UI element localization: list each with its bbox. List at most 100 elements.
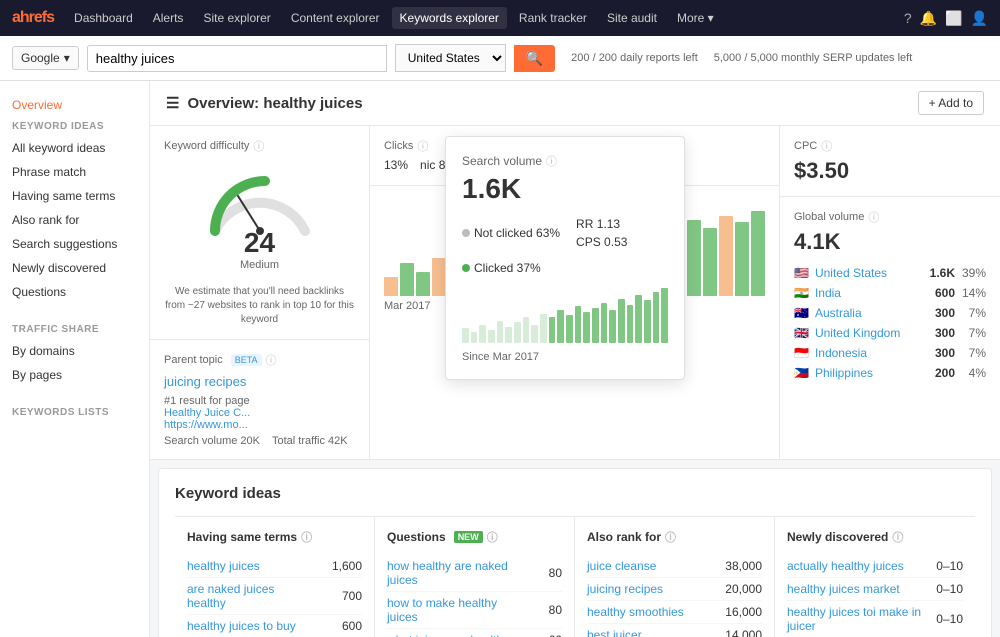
kw-link[interactable]: are naked juices healthy [187, 582, 312, 610]
also-rank-for-header: Also rank for ⓘ [587, 529, 762, 545]
overview-header: ☰ Overview: healthy juices + Add to [150, 81, 1000, 126]
parent-topic-info-icon[interactable]: ⓘ [266, 352, 277, 368]
country-name[interactable]: Philippines [815, 366, 914, 380]
country-pct: 7% [961, 346, 986, 360]
country-flag: 🇵🇭 [794, 366, 809, 380]
nav-dashboard[interactable]: Dashboard [66, 7, 141, 29]
parent-topic-result-name[interactable]: Healthy Juice C... [164, 407, 355, 419]
having-same-terms-header: Having same terms ⓘ [187, 529, 362, 545]
kw-vol: 38,000 [712, 559, 762, 573]
user-icon[interactable]: 👤 [971, 10, 988, 27]
nav-alerts[interactable]: Alerts [145, 7, 192, 29]
vol-chart-bar [432, 258, 446, 296]
sidebar-item-phrase-match[interactable]: Phrase match [0, 160, 149, 184]
having-same-terms-rows: healthy juices1,600are naked juices heal… [187, 555, 362, 637]
country-pct: 7% [961, 306, 986, 320]
kw-link[interactable]: how to make healthy juices [387, 596, 512, 624]
chart-bar [583, 312, 590, 343]
kd-grade: Medium [164, 259, 355, 271]
kw-range: 0–10 [923, 612, 963, 626]
chart-bar [575, 306, 582, 343]
sv-popup-title: Search volume ⓘ [462, 153, 668, 169]
sidebar-item-by-pages[interactable]: By pages [0, 363, 149, 387]
global-volume-label: Global volume ⓘ [794, 209, 986, 225]
nav-rank-tracker[interactable]: Rank tracker [511, 7, 595, 29]
nav-keywords-explorer[interactable]: Keywords explorer [392, 7, 507, 29]
newly-discovered-info-icon[interactable]: ⓘ [892, 529, 903, 545]
screen-icon[interactable]: ⬜ [945, 10, 962, 27]
chart-bar [471, 332, 478, 343]
sv-popup-info-icon[interactable]: ⓘ [546, 153, 557, 169]
kw-link[interactable]: healthy juices market [787, 582, 923, 596]
kw-link[interactable]: best juicer [587, 628, 712, 637]
sidebar-item-search-suggestions[interactable]: Search suggestions [0, 232, 149, 256]
clicks-pct-value: 13% [384, 158, 408, 172]
search-button[interactable]: 🔍 [514, 45, 555, 72]
nav-content-explorer[interactable]: Content explorer [283, 7, 388, 29]
questions-info-icon[interactable]: ⓘ [487, 529, 498, 545]
global-volume-info-icon[interactable]: ⓘ [868, 209, 879, 225]
kw-link[interactable]: actually healthy juices [787, 559, 923, 573]
nav-site-audit[interactable]: Site audit [599, 7, 665, 29]
parent-topic-link[interactable]: juicing recipes [164, 374, 246, 389]
kd-gauge-svg [200, 166, 320, 236]
kd-section: Keyword difficulty ⓘ [150, 126, 370, 459]
kw-vol: 1,600 [312, 559, 362, 573]
table-row: healthy juices to buy600 [187, 615, 362, 637]
kw-vol: 16,000 [712, 605, 762, 619]
cpc-info-icon[interactable]: ⓘ [821, 138, 832, 154]
popup-mini-chart [462, 283, 668, 343]
sidebar-item-questions[interactable]: Questions [0, 280, 149, 304]
kw-link[interactable]: healthy juices toi make in juicer [787, 605, 923, 633]
nav-site-explorer[interactable]: Site explorer [195, 7, 278, 29]
country-name[interactable]: India [815, 286, 914, 300]
parent-topic-result-url[interactable]: https://www.mo... [164, 419, 355, 431]
clicked-dot [462, 264, 470, 272]
also-rank-for-info-icon[interactable]: ⓘ [665, 529, 676, 545]
sv-rr-cps: RR 1.13 CPS 0.53 [576, 217, 627, 249]
sidebar-section-title-traffic-share: TRAFFIC SHARE [0, 320, 149, 339]
cpc-value: $3.50 [794, 158, 986, 184]
nav-more[interactable]: More ▾ [669, 7, 722, 29]
country-flag: 🇮🇳 [794, 286, 809, 300]
engine-select[interactable]: Google ▾ [12, 46, 79, 70]
kd-info-icon[interactable]: ⓘ [253, 138, 264, 154]
sidebar-item-by-domains[interactable]: By domains [0, 339, 149, 363]
search-input[interactable] [87, 45, 387, 72]
global-volume-section: Global volume ⓘ 4.1K 🇺🇸United States1.6K… [780, 197, 1000, 395]
sidebar-item-all-keyword-ideas[interactable]: All keyword ideas [0, 136, 149, 160]
having-same-terms-info-icon[interactable]: ⓘ [301, 529, 312, 545]
sidebar-overview[interactable]: Overview [0, 93, 149, 117]
kw-link[interactable]: what juices are healthy [387, 633, 512, 637]
chart-bar [566, 315, 573, 343]
sidebar-item-also-rank-for[interactable]: Also rank for [0, 208, 149, 232]
chart-bar [523, 317, 530, 343]
sidebar-section-traffic-share: TRAFFIC SHARE By domains By pages [0, 320, 149, 387]
country-name[interactable]: Australia [815, 306, 914, 320]
vol-chart-bar [687, 220, 701, 296]
kw-link[interactable]: juicing recipes [587, 582, 712, 596]
bell-icon[interactable]: 🔔 [920, 10, 937, 27]
kw-link[interactable]: juice cleanse [587, 559, 712, 573]
kw-link[interactable]: healthy juices [187, 559, 312, 573]
chart-bar [549, 317, 556, 343]
country-name[interactable]: Indonesia [815, 346, 914, 360]
questions-new-badge: NEW [454, 531, 483, 543]
clicks-info-icon[interactable]: ⓘ [417, 138, 428, 154]
country-vol: 200 [920, 366, 955, 380]
sidebar-item-having-same-terms[interactable]: Having same terms [0, 184, 149, 208]
country-name[interactable]: United States [815, 266, 914, 280]
sidebar-item-newly-discovered[interactable]: Newly discovered [0, 256, 149, 280]
right-section: CPC ⓘ $3.50 Global volume ⓘ 4.1K 🇺🇸Unite… [780, 126, 1000, 459]
chart-bar [462, 328, 469, 343]
help-icon[interactable]: ? [904, 10, 912, 26]
country-name[interactable]: United Kingdom [815, 326, 914, 340]
newly-discovered-header: Newly discovered ⓘ [787, 529, 963, 545]
kw-link[interactable]: healthy smoothies [587, 605, 712, 619]
table-row: what juices are healthy60 [387, 629, 562, 637]
country-select[interactable]: United States [395, 44, 506, 72]
kw-link[interactable]: how healthy are naked juices [387, 559, 512, 587]
chart-bar [627, 305, 634, 343]
kw-link[interactable]: healthy juices to buy [187, 619, 312, 633]
add-to-button[interactable]: + Add to [918, 91, 984, 115]
